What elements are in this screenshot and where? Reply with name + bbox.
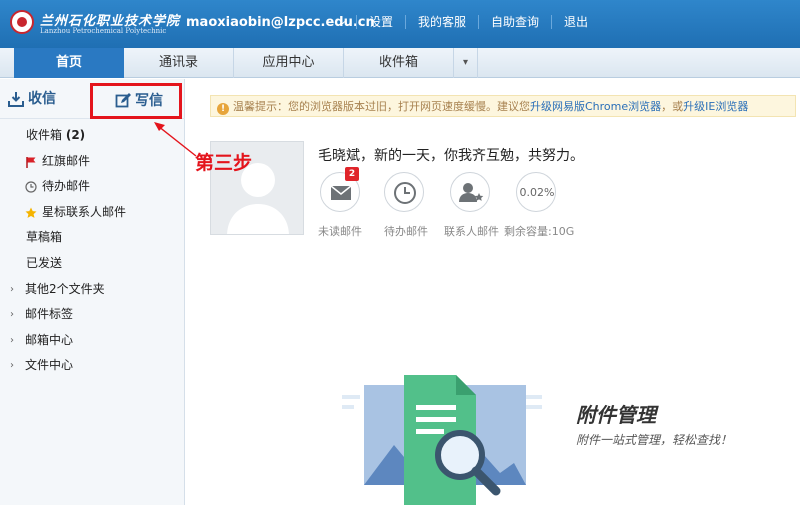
chevron-right-icon[interactable]: ›	[10, 353, 14, 379]
attachment-illustration-icon	[342, 375, 542, 505]
warning-icon: !	[217, 103, 229, 115]
main-content: ! 温馨提示：您的浏览器版本过旧，打开网页速度缓慢。建议您升级网易版Chrome浏…	[186, 79, 800, 505]
red-flag-icon	[26, 156, 36, 168]
remaining-quota-label: 剩余容量:10G	[504, 225, 575, 238]
notice-text: 温馨提示：您的浏览器版本过旧，打开网页速度缓慢。建议您	[233, 100, 530, 113]
folder-label: 邮件标签	[25, 307, 74, 322]
upgrade-chrome-link[interactable]: 升级网易版Chrome浏览器	[530, 100, 661, 113]
inbox-unread-count: (2)	[65, 128, 86, 142]
write-mail-label: 写信	[135, 93, 163, 109]
unread-mail-label: 未读邮件	[318, 225, 362, 238]
school-logo[interactable]: 兰州石化职业技术学院 Lanzhou Petrochemical Polytec…	[10, 10, 180, 38]
receive-mail-label: 收信	[28, 91, 56, 107]
folder-todo[interactable]: 待办邮件	[0, 174, 185, 200]
folder-label: 红旗邮件	[42, 153, 91, 168]
chevron-right-icon[interactable]: ›	[10, 328, 14, 354]
folder-label: 待办邮件	[42, 179, 91, 194]
logo-english-name: Lanzhou Petrochemical Polytechnic	[40, 27, 167, 35]
folder-label: 草稿箱	[26, 230, 63, 245]
tab-app-center[interactable]: 应用中心	[234, 48, 344, 78]
contact-mail-label: 联系人邮件	[444, 225, 499, 238]
folder-list: 收件箱 (2) 红旗邮件 待办邮件 星标联系人邮件 草稿箱 已发送 › 其他2个…	[0, 123, 185, 379]
customer-service-link[interactable]: 我的客服	[405, 15, 478, 29]
folder-mailbox-center[interactable]: › 邮箱中心	[0, 328, 185, 354]
tab-more-chevron-icon[interactable]: ▾	[454, 48, 478, 78]
folder-other-folders[interactable]: › 其他2个文件夹	[0, 277, 185, 303]
folder-label: 收件箱	[26, 128, 63, 142]
quota-percent: 0.02%	[519, 186, 555, 199]
mail-actions: 收信 写信	[0, 79, 185, 119]
folder-label: 星标联系人邮件	[42, 204, 127, 219]
top-links: 设置 我的客服 自助查询 退出	[356, 15, 600, 29]
folder-mail-tags[interactable]: › 邮件标签	[0, 302, 185, 328]
clock-icon	[25, 181, 37, 193]
school-seal-icon	[10, 10, 34, 34]
chevron-down-icon[interactable]: ⌄	[338, 14, 347, 27]
folder-drafts[interactable]: 草稿箱	[0, 225, 185, 251]
notice-separator: ，或	[661, 100, 684, 113]
contact-mail-stat[interactable]	[450, 172, 490, 212]
chevron-right-icon[interactable]: ›	[10, 302, 14, 328]
contact-star-icon	[459, 183, 484, 202]
tab-bar: 首页 通讯录 应用中心 收件箱 ▾	[0, 48, 800, 78]
browser-warning-notice: ! 温馨提示：您的浏览器版本过旧，打开网页速度缓慢。建议您升级网易版Chrome浏…	[210, 95, 796, 117]
tab-contacts[interactable]: 通讯录	[124, 48, 234, 78]
clock-icon	[394, 182, 416, 204]
compose-edit-icon	[115, 93, 131, 108]
star-icon	[25, 207, 37, 218]
promo-subtitle: 附件一站式管理，轻松查找！	[576, 433, 733, 447]
folder-label: 邮箱中心	[25, 332, 74, 347]
unread-mail-stat[interactable]: 2	[320, 167, 360, 212]
quota-stat[interactable]: 0.02%	[516, 172, 556, 212]
chevron-right-icon[interactable]: ›	[10, 277, 14, 303]
step-annotation: 第三步	[195, 152, 253, 174]
folder-file-center[interactable]: › 文件中心	[0, 353, 185, 379]
annotation-arrow	[154, 122, 197, 157]
self-service-link[interactable]: 自助查询	[478, 15, 551, 29]
folder-label: 已发送	[26, 255, 63, 270]
folder-label: 其他2个文件夹	[25, 281, 105, 296]
write-mail-button[interactable]: 写信	[90, 83, 182, 119]
logout-link[interactable]: 退出	[551, 15, 600, 29]
settings-link[interactable]: 设置	[356, 15, 405, 29]
top-header: 兰州石化职业技术学院 Lanzhou Petrochemical Polytec…	[0, 0, 800, 48]
folder-label: 文件中心	[25, 358, 74, 373]
todo-mail-label: 待办邮件	[384, 225, 428, 238]
upgrade-ie-link[interactable]: 升级IE浏览器	[683, 100, 748, 113]
tab-inbox[interactable]: 收件箱	[344, 48, 454, 78]
inbox-download-icon	[8, 92, 24, 107]
folder-sent[interactable]: 已发送	[0, 251, 185, 277]
folder-starred-contacts[interactable]: 星标联系人邮件	[0, 200, 185, 226]
unread-count-badge: 2	[345, 167, 359, 181]
todo-mail-stat[interactable]	[384, 172, 424, 212]
receive-mail-button[interactable]: 收信	[8, 83, 86, 115]
tab-home[interactable]: 首页	[14, 48, 124, 78]
greeting-text: 毛晓斌，新的一天，你我齐互勉，共努力。	[318, 148, 584, 164]
promo-title: 附件管理	[576, 403, 656, 427]
